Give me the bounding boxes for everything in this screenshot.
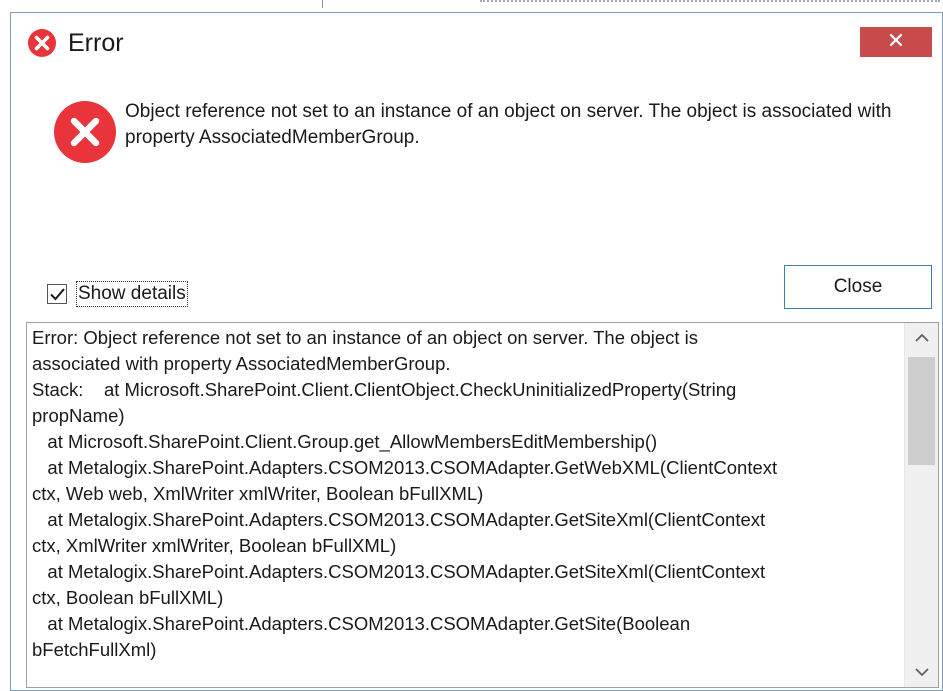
show-details-label[interactable]: Show details [76, 281, 188, 307]
vertical-scrollbar[interactable] [904, 323, 938, 687]
checkmark-icon [50, 288, 65, 301]
chevron-down-icon [914, 668, 929, 677]
error-message: Object reference not set to an instance … [125, 101, 892, 148]
background-text-fragment [480, 0, 940, 8]
background-tick [322, 0, 323, 8]
close-icon: ✕ [886, 29, 906, 54]
error-dialog: Error ✕ Object reference not set to an i… [10, 12, 943, 691]
window-close-button[interactable]: ✕ [860, 27, 932, 57]
error-icon [53, 100, 117, 164]
show-details-toggle[interactable]: Show details [47, 279, 188, 309]
dialog-title: Error [68, 29, 124, 57]
chevron-up-icon [914, 333, 929, 342]
error-icon [27, 28, 57, 58]
close-button[interactable]: Close [784, 265, 932, 309]
stack-trace-text[interactable]: Error: Object reference not set to an in… [32, 325, 902, 663]
scroll-up-button[interactable] [905, 323, 938, 353]
details-textbox[interactable]: Error: Object reference not set to an in… [26, 322, 939, 688]
title-bar: Error ✕ [11, 13, 942, 71]
show-details-checkbox[interactable] [47, 284, 67, 304]
scroll-down-button[interactable] [905, 657, 938, 687]
scroll-thumb[interactable] [908, 357, 935, 465]
